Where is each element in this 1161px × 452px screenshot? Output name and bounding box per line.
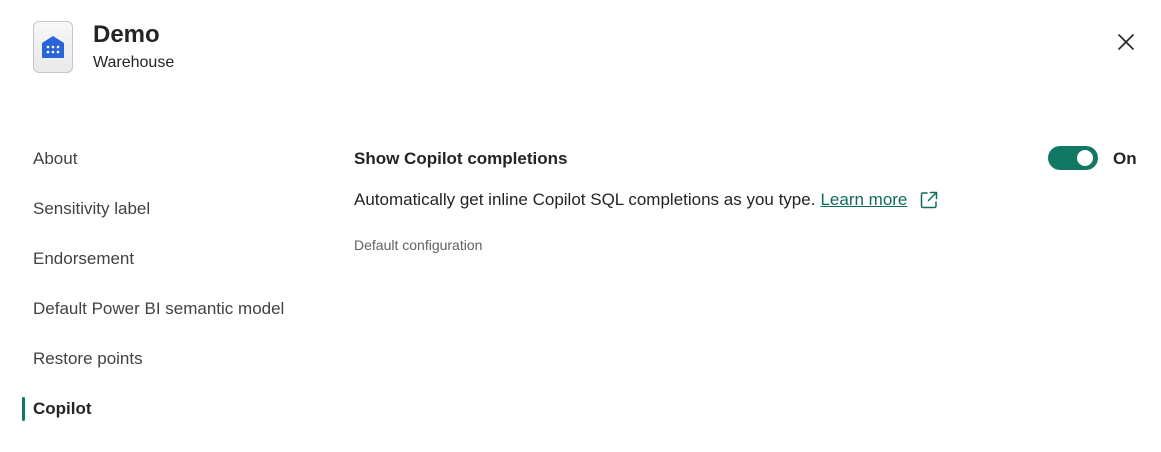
item-title: Demo (93, 21, 160, 48)
toggle-knob (1077, 150, 1093, 166)
close-icon (1118, 34, 1134, 50)
nav-item-sensitivity-label[interactable]: Sensitivity label (33, 199, 150, 219)
default-configuration-note: Default configuration (354, 237, 483, 253)
nav-item-copilot[interactable]: Copilot (33, 399, 92, 419)
setting-description-row: Automatically get inline Copilot SQL com… (354, 190, 939, 210)
external-link-icon[interactable] (919, 190, 939, 210)
item-type: Warehouse (93, 54, 175, 71)
nav-item-restore-points[interactable]: Restore points (33, 349, 143, 369)
nav-item-default-semantic-model[interactable]: Default Power BI semantic model (33, 299, 284, 319)
active-nav-indicator (22, 397, 25, 421)
toggle-state-label: On (1113, 149, 1137, 168)
setting-title: Show Copilot completions (354, 149, 568, 168)
nav-item-about[interactable]: About (33, 149, 77, 169)
warehouse-icon (33, 21, 73, 73)
nav-item-endorsement[interactable]: Endorsement (33, 249, 134, 269)
settings-panel: Demo Warehouse About Sensitivity label E… (0, 0, 1161, 452)
close-button[interactable] (1113, 29, 1139, 55)
learn-more-link[interactable]: Learn more (820, 190, 907, 210)
setting-description: Automatically get inline Copilot SQL com… (354, 190, 816, 209)
copilot-completions-toggle[interactable] (1048, 146, 1098, 170)
